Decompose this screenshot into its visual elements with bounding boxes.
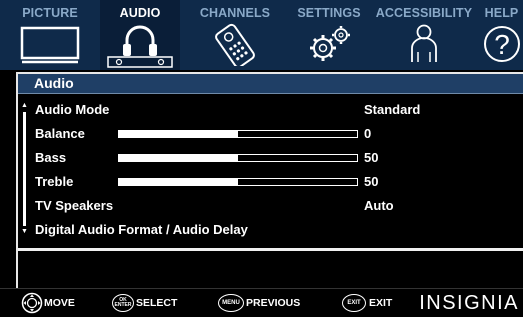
exit-button-icon: EXIT xyxy=(342,294,366,312)
audio-mode-value: Standard xyxy=(364,102,421,117)
headphones-icon xyxy=(105,22,175,73)
treble-value: 50 xyxy=(364,174,379,189)
bass-slider[interactable] xyxy=(118,154,358,162)
exit-hint-label: EXIT xyxy=(369,297,393,309)
digital-audio-format-row[interactable]: Digital Audio Format / Audio Delay xyxy=(18,218,523,242)
tv-speakers-label: TV Speakers xyxy=(35,198,114,213)
tab-settings-label: SETTINGS xyxy=(297,6,361,20)
button-hint-bar: MOVE OK ENTER SELECT MENU PREVIOUS EXIT … xyxy=(0,288,523,317)
bass-label: Bass xyxy=(35,150,67,165)
move-hint-label: MOVE xyxy=(44,297,75,309)
ok-enter-button-icon: OK ENTER xyxy=(112,294,134,312)
menu-button-icon: MENU xyxy=(218,294,244,312)
balance-slider[interactable] xyxy=(118,130,358,138)
svg-text:?: ? xyxy=(494,29,510,60)
tab-accessibility[interactable]: ACCESSIBILITY xyxy=(368,0,480,70)
balance-slider-fill xyxy=(119,131,238,137)
tab-help-label: HELP xyxy=(484,6,519,20)
ok-enter-line2: ENTER xyxy=(114,302,132,308)
insignia-logo: INSIGNIA xyxy=(419,292,519,314)
audio-settings-panel: Audio ▲ ▼ Audio Mode Standard Balance 0 … xyxy=(16,72,523,288)
tab-accessibility-label: ACCESSIBILITY xyxy=(375,6,473,20)
remote-icon xyxy=(210,22,260,71)
tab-audio[interactable]: AUDIO xyxy=(100,0,180,70)
panel-divider xyxy=(18,248,523,251)
tab-settings[interactable]: SETTINGS xyxy=(290,0,368,70)
balance-value: 0 xyxy=(364,126,372,141)
treble-slider[interactable] xyxy=(118,178,358,186)
question-icon: ? xyxy=(482,22,522,71)
gears-icon xyxy=(301,22,357,71)
treble-slider-fill xyxy=(119,179,238,185)
tv-icon xyxy=(18,22,82,71)
tab-help[interactable]: HELP ? xyxy=(480,0,523,70)
digital-audio-format-label: Digital Audio Format / Audio Delay xyxy=(35,222,248,237)
bass-value: 50 xyxy=(364,150,379,165)
balance-label: Balance xyxy=(35,126,85,141)
select-hint-label: SELECT xyxy=(136,297,178,309)
previous-hint-label: PREVIOUS xyxy=(246,297,301,309)
bass-row[interactable]: Bass 50 xyxy=(18,146,523,170)
tv-speakers-row[interactable]: TV Speakers Auto xyxy=(18,194,523,218)
bass-slider-fill xyxy=(119,155,238,161)
audio-mode-row[interactable]: Audio Mode Standard xyxy=(18,98,523,122)
audio-mode-label: Audio Mode xyxy=(35,102,110,117)
menu-tab-bar: PICTURE AUDIO CHANNELS SETTINGS ACCESSIB… xyxy=(0,0,523,70)
tab-channels-label: CHANNELS xyxy=(199,6,271,20)
treble-row[interactable]: Treble 50 xyxy=(18,170,523,194)
tab-channels[interactable]: CHANNELS xyxy=(180,0,290,70)
panel-title: Audio xyxy=(34,75,74,91)
tab-picture[interactable]: PICTURE xyxy=(0,0,100,70)
tv-speakers-value: Auto xyxy=(364,198,394,213)
tab-audio-label: AUDIO xyxy=(119,6,161,20)
person-icon xyxy=(404,22,444,71)
panel-header: Audio xyxy=(18,74,523,94)
balance-row[interactable]: Balance 0 xyxy=(18,122,523,146)
tab-picture-label: PICTURE xyxy=(22,6,78,20)
dpad-icon xyxy=(20,292,44,317)
treble-label: Treble xyxy=(35,174,74,189)
